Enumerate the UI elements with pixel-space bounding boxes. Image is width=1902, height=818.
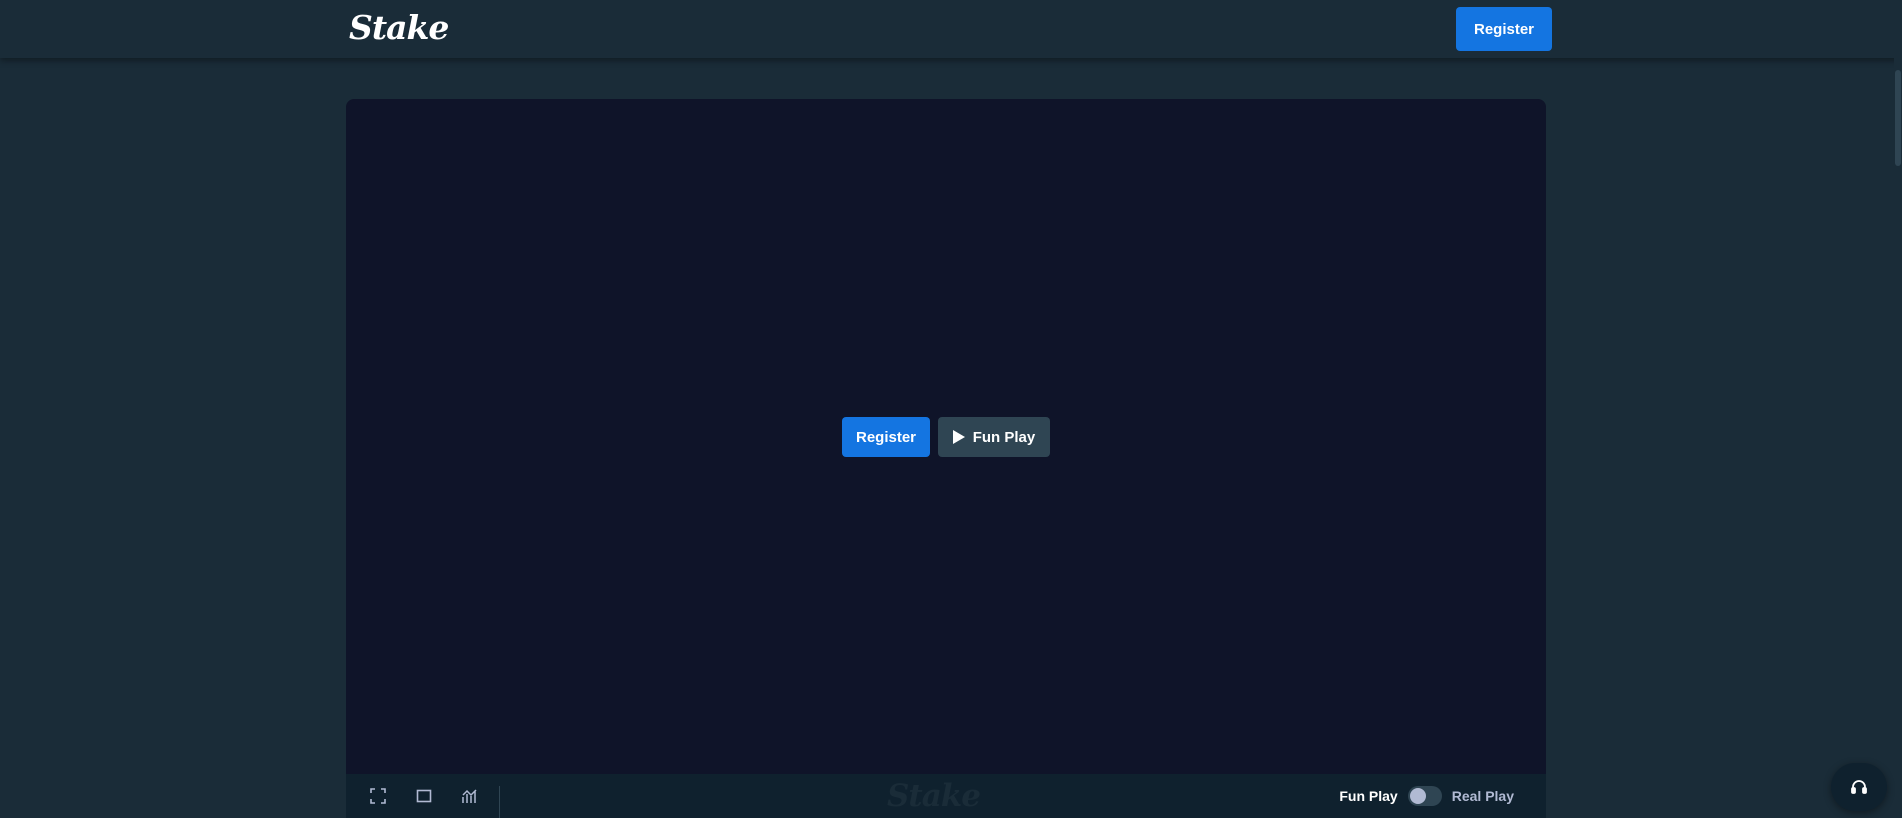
switch-knob [1409, 788, 1426, 804]
stats-icon[interactable] [462, 788, 478, 804]
play-icon [952, 430, 965, 444]
game-frame: Register Fun Play [346, 99, 1546, 774]
theatre-mode-icon[interactable] [416, 788, 432, 804]
real-play-switch[interactable] [1407, 786, 1442, 806]
fun-play-button-label: Fun Play [972, 428, 1036, 446]
header-register-button[interactable]: Register [1456, 7, 1552, 51]
footer-stake-watermark: Stake [887, 778, 981, 814]
fullscreen-icon[interactable] [370, 788, 386, 804]
game-footer-bar: Stake Fun Play Real Play [346, 774, 1546, 818]
toolbar-divider [499, 786, 500, 818]
scrollbar-thumb[interactable] [1895, 70, 1901, 166]
play-mode-toggle: Fun Play Real Play [1339, 786, 1514, 806]
live-support-button[interactable] [1831, 763, 1887, 811]
top-bar: Stake Register [0, 0, 1902, 58]
real-play-mode-label: Real Play [1451, 788, 1514, 804]
game-start-actions: Register Fun Play [842, 417, 1050, 457]
fun-play-button[interactable]: Fun Play [938, 417, 1050, 457]
game-register-button[interactable]: Register [842, 417, 930, 457]
headset-icon [1851, 780, 1867, 794]
stake-logo[interactable]: Stake [349, 8, 449, 47]
fun-play-mode-label: Fun Play [1339, 788, 1398, 804]
